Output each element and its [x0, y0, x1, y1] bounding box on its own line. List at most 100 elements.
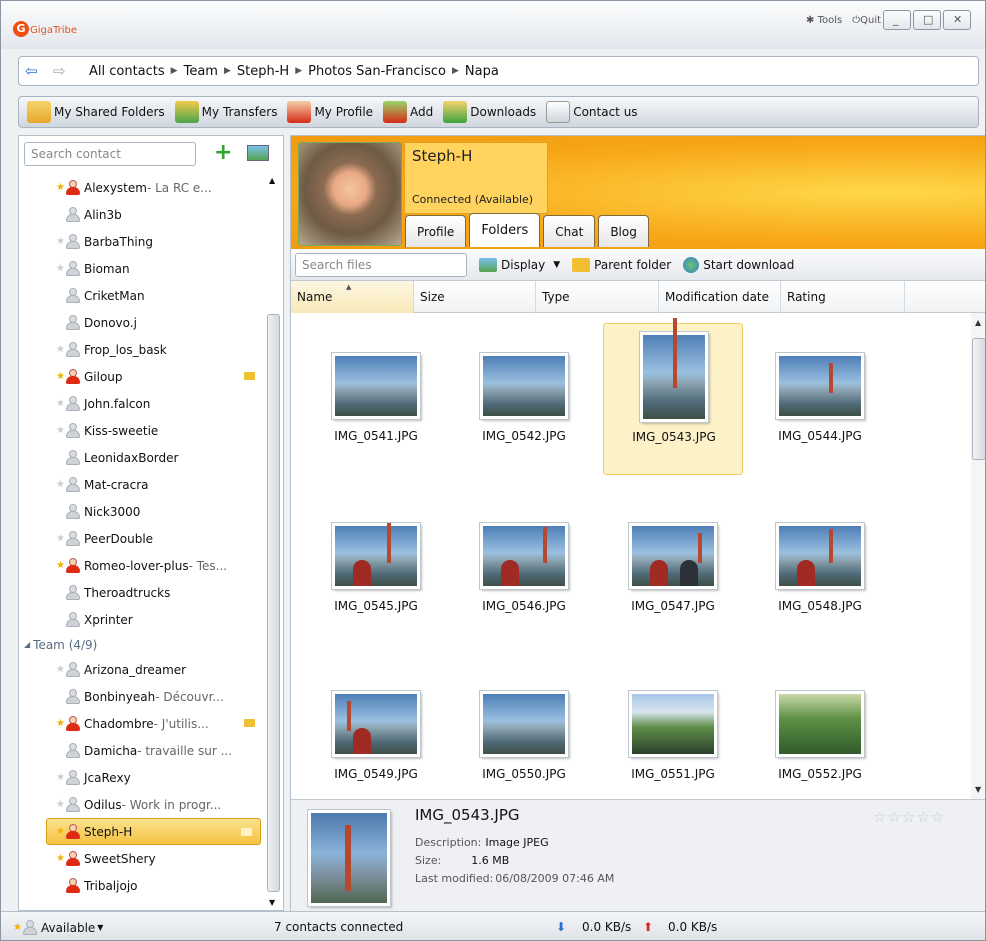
column-label: Size [420, 290, 445, 304]
contact-row[interactable]: ★ PeerDouble [19, 525, 263, 552]
maximize-button[interactable]: □ [913, 10, 941, 30]
breadcrumb-item[interactable]: All contacts [89, 64, 165, 79]
file-item[interactable]: IMG_0547.JPG [603, 493, 743, 645]
file-item[interactable]: IMG_0552.JPG [750, 661, 890, 799]
downloads-button[interactable]: Downloads [443, 101, 536, 123]
favorite-star-icon: ★ [56, 853, 65, 864]
contact-row[interactable]: ★ Giloup [19, 363, 263, 390]
group-header-team[interactable]: ◢ Team (4/9) [19, 633, 263, 656]
file-item[interactable]: IMG_0545.JPG [306, 493, 446, 645]
contact-row[interactable]: ★ Frop_los_bask [19, 336, 263, 363]
contact-row[interactable]: ★ JcaRexy [19, 764, 263, 791]
column-name[interactable]: Name ▲ [291, 281, 414, 313]
person-figure [353, 728, 371, 754]
breadcrumb-item[interactable]: Photos San-Francisco [308, 64, 446, 79]
contact-row[interactable]: ★ Kiss-sweetie [19, 417, 263, 444]
contact-row[interactable]: ★ Alexystem - La RC e... [19, 174, 263, 201]
scroll-down-icon[interactable]: ▼ [269, 898, 275, 907]
contact-us-button[interactable]: Contact us [546, 101, 638, 123]
contact-name: Bonbinyeah [84, 689, 156, 704]
toolbar-label: Add [410, 105, 434, 119]
tools-button[interactable]: ✱ Tools [806, 15, 842, 26]
column-label: Name [297, 290, 333, 304]
contact-row[interactable]: ★ Bioman [19, 255, 263, 282]
tab-chat[interactable]: Chat [543, 215, 596, 247]
contact-row[interactable]: ★ Tribaljojo [19, 872, 263, 899]
file-thumbnail [479, 522, 569, 590]
contact-row[interactable]: ★ CriketMan [19, 282, 263, 309]
scroll-up-icon[interactable]: ▲ [269, 176, 275, 185]
contact-row[interactable]: ★ SweetShery [19, 845, 263, 872]
scroll-down-icon[interactable]: ▼ [975, 785, 981, 794]
file-item[interactable]: IMG_0544.JPG [750, 323, 890, 475]
contact-row[interactable]: ★ Odilus - Work in progr... [19, 791, 263, 818]
rating-stars[interactable]: ☆☆☆☆☆ [873, 808, 945, 826]
add-contact-plus-icon[interactable]: + [214, 142, 232, 164]
contact-row[interactable]: ★ Theroadtrucks [19, 579, 263, 606]
file-item[interactable]: IMG_0551.JPG [603, 661, 743, 799]
contact-row[interactable]: ★ Bonbinyeah - Découvr... [19, 683, 263, 710]
file-item[interactable]: IMG_0546.JPG [454, 493, 594, 645]
tab-blog[interactable]: Blog [598, 215, 649, 247]
back-arrow-icon[interactable]: ⇦ [25, 64, 47, 79]
files-scrollbar[interactable]: ▲ ▼ [971, 313, 985, 799]
start-download-button[interactable]: Start download [683, 256, 794, 273]
contact-row[interactable]: ★ LeonidaxBorder [19, 444, 263, 471]
file-item[interactable]: IMG_0549.JPG [306, 661, 446, 799]
image-view-icon[interactable] [247, 145, 269, 161]
contact-row[interactable]: ★ Chadombre - J'utilis... [19, 710, 263, 737]
column-type[interactable]: Type [536, 281, 659, 313]
contacts-scrollbar[interactable]: ▲ ▼ [265, 174, 281, 910]
search-files-input[interactable]: Search files [295, 252, 467, 277]
parent-folder-button[interactable]: Parent folder [572, 257, 671, 272]
transfers-button[interactable]: My Transfers [174, 101, 278, 123]
contact-row[interactable]: ★ Arizona_dreamer [19, 656, 263, 683]
quit-button[interactable]: ⏻Quit [852, 15, 881, 26]
display-icon [479, 257, 497, 272]
forward-arrow-icon[interactable]: ⇨ [53, 64, 75, 79]
tab-folders[interactable]: Folders [469, 213, 541, 247]
column-rating[interactable]: Rating [781, 281, 905, 313]
contact-row[interactable]: ★ BarbaThing [19, 228, 263, 255]
breadcrumb-item[interactable]: Steph-H [237, 64, 289, 79]
availability-dropdown[interactable]: ★ Available ▼ [13, 920, 103, 935]
profile-button[interactable]: My Profile [287, 101, 373, 123]
file-item[interactable]: IMG_0542.JPG [454, 323, 594, 475]
contact-row[interactable]: ★ Donovo.j [19, 309, 263, 336]
breadcrumb-item[interactable]: Team [184, 64, 218, 79]
breadcrumb-item[interactable]: Napa [465, 64, 499, 79]
column-size[interactable]: Size [414, 281, 536, 313]
chevron-down-icon: ▼ [97, 923, 104, 932]
file-item[interactable]: IMG_0550.JPG [454, 661, 594, 799]
column-modification-date[interactable]: Modification date [659, 281, 781, 313]
scroll-up-icon[interactable]: ▲ [975, 318, 981, 327]
file-item[interactable]: IMG_0541.JPG [306, 323, 446, 475]
search-contact-input[interactable]: Search contact [24, 142, 196, 166]
shared-folders-button[interactable]: My Shared Folders [27, 101, 165, 123]
contact-row[interactable]: ★ John.falcon [19, 390, 263, 417]
minimize-button[interactable]: _ [883, 10, 911, 30]
toolbar-label: My Transfers [201, 105, 278, 119]
contact-row[interactable]: ★ Damicha - travaille sur ... [19, 737, 263, 764]
add-contact-button[interactable]: Add [383, 101, 433, 123]
file-item[interactable]: IMG_0543.JPG [603, 317, 743, 475]
close-button[interactable]: ✕ [943, 10, 971, 30]
bridge-tower [829, 362, 833, 393]
column-header: Name ▲ Size Type Modification date Rating [291, 281, 985, 313]
contact-name: Kiss-sweetie [84, 423, 159, 438]
file-item[interactable]: IMG_0548.JPG [750, 493, 890, 645]
scrollbar-thumb[interactable] [267, 314, 280, 892]
contact-row[interactable]: ★ Steph-H [46, 818, 261, 845]
contact-row[interactable]: ★ Alin3b [19, 201, 263, 228]
contact-avatar-icon [66, 585, 80, 600]
display-dropdown[interactable]: Display ▼ [479, 257, 560, 272]
contact-name: John.falcon [84, 396, 151, 411]
contact-row[interactable]: ★ Mat-cracra [19, 471, 263, 498]
scrollbar-thumb[interactable] [972, 338, 985, 460]
contact-row[interactable]: ★ Xprinter [19, 606, 263, 633]
favorite-star-icon: ★ [56, 587, 65, 598]
contact-name: PeerDouble [84, 531, 154, 546]
contact-row[interactable]: ★ Nick3000 [19, 498, 263, 525]
tab-profile[interactable]: Profile [405, 215, 467, 247]
contact-row[interactable]: ★ Romeo-lover-plus - Tes... [19, 552, 263, 579]
